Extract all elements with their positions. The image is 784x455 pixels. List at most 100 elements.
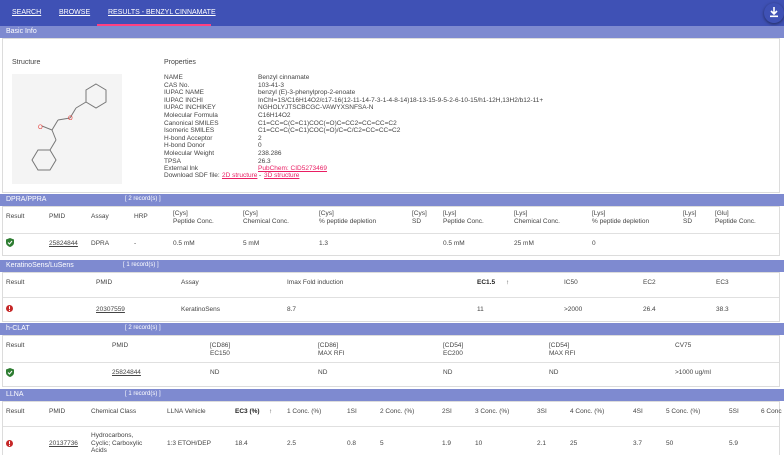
dpra-title: DPRA/PPRA xyxy=(6,196,47,203)
property-label: IUPAC INCHIKEY xyxy=(164,104,216,112)
property-label: IUPAC INCHI xyxy=(164,96,203,104)
property-label: IUPAC NAME xyxy=(164,89,204,97)
property-label: CAS No. xyxy=(164,81,190,89)
table-cell: 0.5 mM xyxy=(173,240,195,247)
alert-icon xyxy=(6,305,13,312)
column-header: [Cys] Chemical Conc. xyxy=(243,210,289,225)
properties-label: Properties xyxy=(164,59,196,66)
column-header: PMID xyxy=(49,213,66,220)
keratino-title: KeratinoSens/LuSens xyxy=(6,262,74,269)
pmid-link[interactable]: 25824844 xyxy=(112,369,141,377)
column-header: Imax Fold induction xyxy=(287,279,344,286)
llna-table: Result PMID Chemical Class LLNA Vehicle EC3 … xyxy=(2,401,782,455)
table-cell: 1.3 xyxy=(319,240,329,247)
pmid-link[interactable]: 20307559 xyxy=(96,306,125,314)
column-header: CV75 xyxy=(675,342,692,349)
basic-info-header: Basic Info xyxy=(0,26,784,38)
property-value: InChI=1S/C16H14O2/c17-16(12-11-14-7-3-1-… xyxy=(258,96,544,104)
property-value: 0 xyxy=(258,142,262,150)
dpra-header: DPRA/PPRA [ 2 record(s) ] xyxy=(0,194,784,206)
table-cell: ND xyxy=(549,369,559,376)
download-sdf-label: Download SDF file: xyxy=(164,172,220,179)
property-label: TPSA xyxy=(164,157,181,165)
structure-label: Structure xyxy=(12,59,41,66)
table-cell: 18.4 xyxy=(235,440,248,447)
column-header: 4SI xyxy=(633,408,643,415)
column-header: [Lys]% peptide depletion xyxy=(592,210,650,225)
keratino-table: Result PMID Assay Imax Fold induction EC1.5 I… xyxy=(2,272,780,322)
hclat-table: Result PMID [CD86] EC150 [CD86] MAX RFI [CD54]… xyxy=(2,335,780,387)
tab-search[interactable]: SEARCH xyxy=(12,9,41,16)
sdf-3d-link[interactable]: 3D structure xyxy=(264,172,299,179)
table-cell: 1.9 xyxy=(442,440,452,447)
column-header: [CD86] EC150 xyxy=(210,342,231,357)
property-label: H-bond Donor xyxy=(164,142,205,150)
column-header: Assay xyxy=(181,279,199,286)
sdf-2d-link[interactable]: 2D structure xyxy=(222,172,257,179)
table-cell: 5 xyxy=(380,440,384,447)
table-cell: ND xyxy=(443,369,453,376)
table-cell: >1000 ug/ml xyxy=(675,369,711,376)
table-cell: 2.1 xyxy=(537,440,547,447)
download-button[interactable] xyxy=(764,3,784,23)
pubchem-link[interactable]: PubChem: CID5273469 xyxy=(258,165,327,172)
sort-arrow-icon[interactable]: ↑ xyxy=(506,279,509,287)
table-cell: 25 xyxy=(570,440,578,447)
column-header: [Lys] Peptide Conc. xyxy=(443,210,484,225)
table-cell: KeratinoSens xyxy=(181,306,221,313)
property-value: NGHOLYJTSCBCGC-VAWYXSNFSA-N xyxy=(258,104,374,112)
llna-count: [ 1 record(s) ] xyxy=(125,391,161,397)
hclat-count: [ 2 record(s) ] xyxy=(125,325,161,331)
column-header: 2 Conc. (%) xyxy=(380,408,415,415)
column-header: Assay xyxy=(91,213,109,220)
property-value: benzyl (E)-3-phenylprop-2-enoate xyxy=(258,89,356,97)
divider xyxy=(3,362,779,363)
sort-arrow-icon[interactable]: ↑ xyxy=(269,408,272,416)
table-cell: 0 xyxy=(592,240,596,247)
column-header: LLNA Vehicle xyxy=(167,408,206,415)
table-cell: DPRA xyxy=(91,240,110,247)
property-value: 2 xyxy=(258,134,262,142)
column-header: [Cys]% peptide depletion xyxy=(319,210,377,225)
table-cell: ND xyxy=(210,369,220,376)
property-label: Canonical SMILES xyxy=(164,119,219,127)
table-cell: 3.7 xyxy=(633,440,643,447)
sort-column-header[interactable]: EC3 (%) xyxy=(235,408,260,416)
table-cell: 0.8 xyxy=(347,440,357,447)
pmid-link[interactable]: 20137736 xyxy=(49,440,78,448)
table-cell: 2.5 xyxy=(287,440,297,447)
property-value: 26.3 xyxy=(258,157,271,165)
external-link-label: External lnk xyxy=(164,165,198,172)
table-cell: ND xyxy=(318,369,328,376)
sdf-separator: - xyxy=(259,172,262,179)
svg-text:O: O xyxy=(68,116,73,122)
column-header: IC50 xyxy=(564,279,578,286)
property-label: H-bond Acceptor xyxy=(164,134,213,142)
pmid-link[interactable]: 25824844 xyxy=(49,240,78,248)
molecule-structure-icon: O O xyxy=(31,83,107,171)
property-value: 238.286 xyxy=(258,150,282,157)
table-cell: 38.3 xyxy=(716,306,729,313)
column-header: 3 Conc. (%) xyxy=(475,408,510,415)
tab-browse[interactable]: BROWSE xyxy=(59,9,90,16)
dpra-table: Result PMID Assay HRP [Cys] Peptide Conc. [Cys… xyxy=(2,206,780,256)
property-label: Molecular Weight xyxy=(164,150,215,157)
table-cell: 10 xyxy=(475,440,483,447)
column-header: 4 Conc. (%) xyxy=(570,408,605,415)
basic-info-panel: Structure Properties O O NAME Benzyl cinn… xyxy=(2,38,780,193)
hclat-title: h-CLAT xyxy=(6,325,30,332)
llna-title: LLNA xyxy=(6,391,24,398)
table-cell: 8.7 xyxy=(287,306,297,313)
sort-column-header[interactable]: EC1.5 xyxy=(477,279,495,287)
column-header: 1 Conc. (%) xyxy=(287,408,322,415)
column-header: PMID xyxy=(112,342,129,349)
column-header: EC2 xyxy=(643,279,656,286)
structure-image: O O xyxy=(12,74,122,184)
tab-results[interactable]: RESULTS - BENZYL CINNAMATE xyxy=(108,9,216,16)
column-header: [CD54] EC200 xyxy=(443,342,464,357)
svg-text:O: O xyxy=(38,125,43,131)
column-header: 1SI xyxy=(347,408,357,415)
shield-check-icon xyxy=(6,238,14,247)
column-header: Result xyxy=(6,408,25,415)
column-header: [CD54] MAX RFI xyxy=(549,342,576,357)
